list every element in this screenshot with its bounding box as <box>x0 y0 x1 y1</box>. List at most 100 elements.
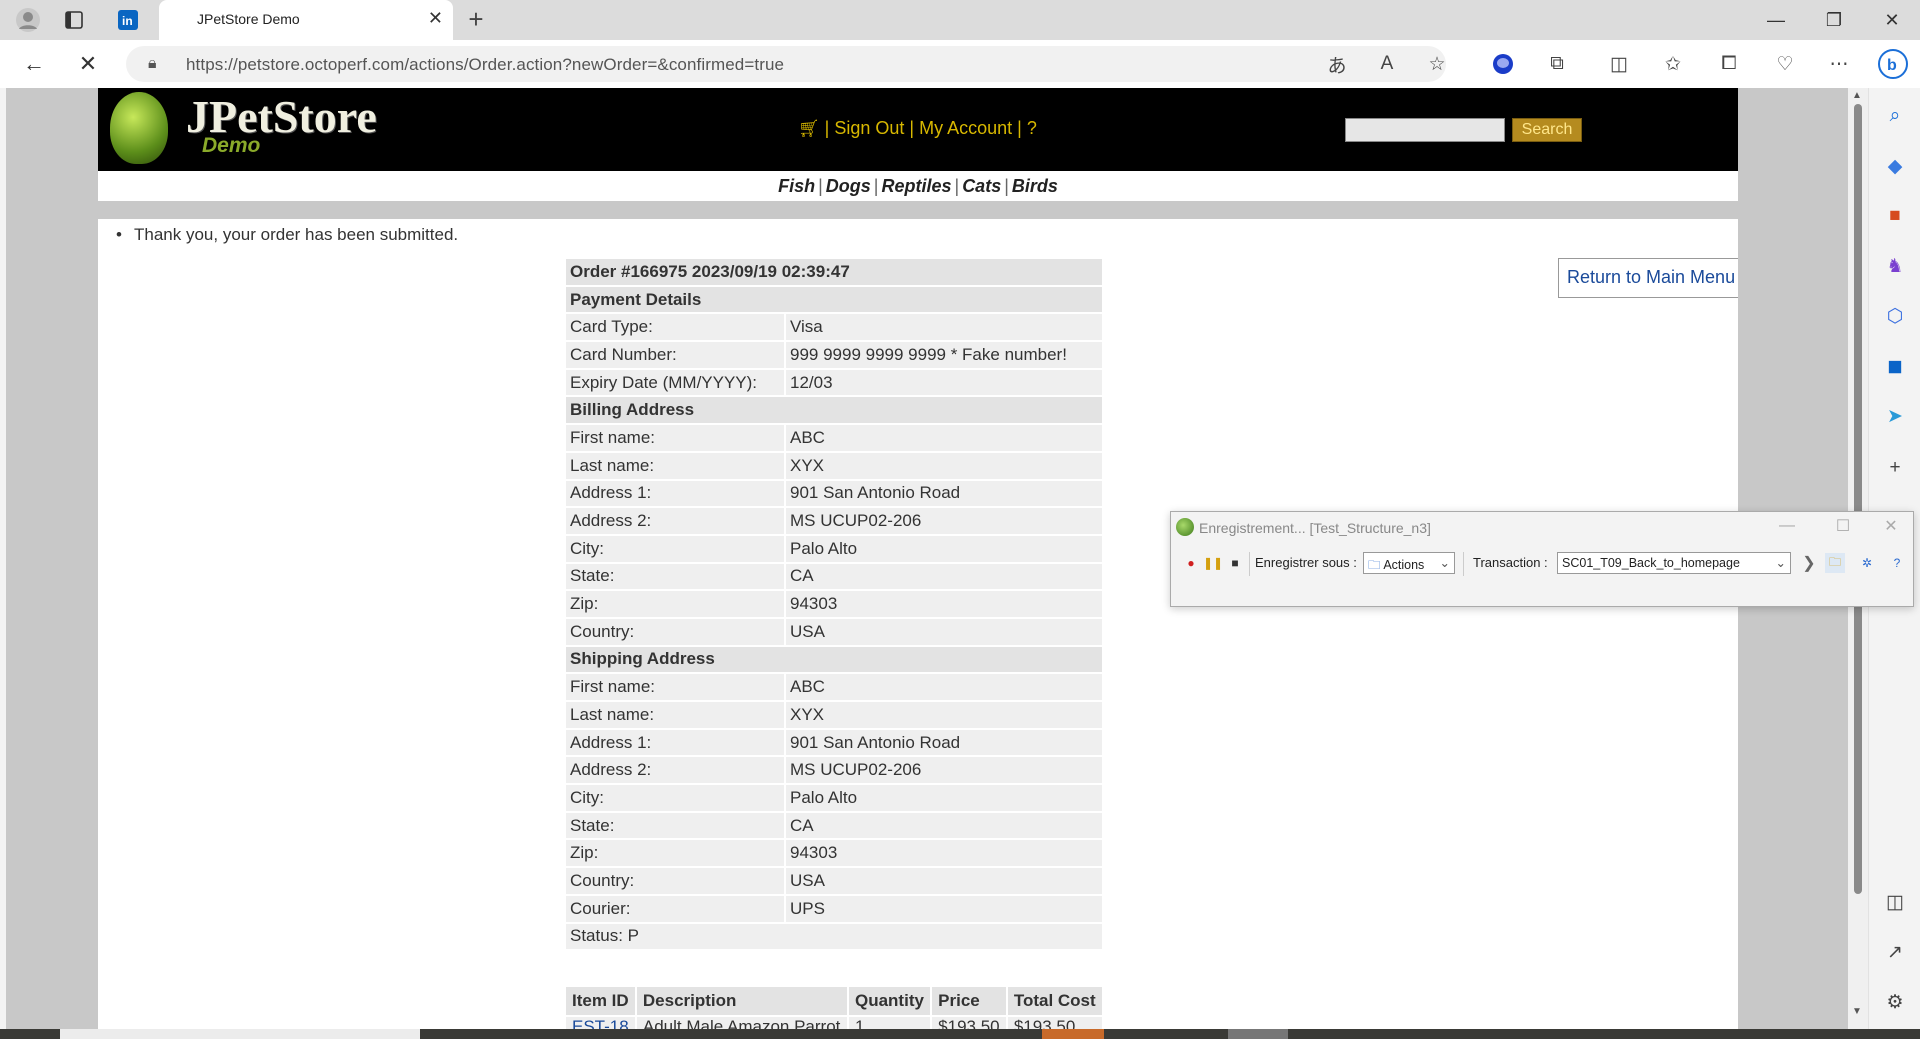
table-row: EST-18 Adult Male Amazon Parrot 1 $193.5… <box>566 1017 1102 1029</box>
browser-toolbar: ← ✕ 🔒︎ https://petstore.octoperf.com/act… <box>0 40 1920 88</box>
url-text: https://petstore.octoperf.com/actions/Or… <box>186 55 785 74</box>
column-header: Item ID <box>566 987 635 1015</box>
sign-out-link[interactable]: Sign Out <box>834 118 904 138</box>
column-header: Description <box>636 987 847 1015</box>
linkedin-tab-icon[interactable]: in <box>112 4 144 36</box>
scroll-up-icon[interactable]: ▲ <box>1852 90 1862 101</box>
lock-icon[interactable]: 🔒︎ <box>148 55 157 73</box>
category-reptiles[interactable]: Reptiles <box>881 176 951 196</box>
extension-alien-icon[interactable] <box>1488 50 1518 78</box>
stop-icon[interactable]: ■ <box>1225 553 1245 573</box>
help-link[interactable]: ? <box>1027 118 1037 138</box>
send-icon[interactable]: ➤ <box>1881 402 1909 430</box>
table-row: City: Palo Alto <box>566 785 1102 811</box>
return-box: Return to Main Menu <box>1558 258 1738 298</box>
category-cats[interactable]: Cats <box>962 176 1001 196</box>
save-under-select[interactable]: 🗀︎ Actions ⌄ <box>1363 552 1455 574</box>
add-icon[interactable]: + <box>1881 454 1909 482</box>
close-tab-icon[interactable]: ✕ <box>428 8 443 29</box>
tab-actions-icon[interactable] <box>58 4 90 36</box>
back-icon[interactable]: ← <box>16 48 52 80</box>
column-header: Price <box>932 987 1006 1015</box>
table-row: Courier: UPS <box>566 895 1102 922</box>
copilot-icon[interactable]: b <box>1878 49 1908 79</box>
table-row: First name: ABC <box>566 425 1102 451</box>
folder-icon: 🗀︎ <box>1368 558 1381 572</box>
transaction-select[interactable]: SC01_T09_Back_to_homepage ⌄ <box>1557 552 1791 574</box>
settings-tool-icon[interactable]: ✲ <box>1857 553 1877 573</box>
restore-icon[interactable]: ❐ <box>1806 0 1862 40</box>
my-account-link[interactable]: My Account <box>919 118 1012 138</box>
category-dogs[interactable]: Dogs <box>826 176 871 196</box>
more-menu-icon[interactable]: ⋯ <box>1824 50 1854 78</box>
favorite-star-icon[interactable]: ☆ <box>1422 50 1452 78</box>
category-bar: Fish | Dogs | Reptiles | Cats | Birds <box>98 171 1738 201</box>
help-icon[interactable]: ? <box>1887 553 1907 573</box>
shopping-tag-icon[interactable]: ◆ <box>1881 152 1909 180</box>
pause-icon[interactable]: ❚❚ <box>1203 553 1223 573</box>
return-main-menu-link[interactable]: Return to Main Menu <box>1567 267 1735 288</box>
favorites-icon[interactable]: ✩ <box>1658 50 1688 78</box>
read-aloud-icon[interactable]: A <box>1372 50 1402 78</box>
minimize-icon[interactable]: — <box>1748 0 1804 40</box>
scroll-thumb[interactable] <box>1854 104 1862 894</box>
settings-gear-icon[interactable]: ⚙ <box>1881 988 1909 1016</box>
table-row: State: CA <box>566 563 1102 590</box>
table-row: City: Palo Alto <box>566 535 1102 562</box>
stop-loading-icon[interactable]: ✕ <box>70 48 106 80</box>
table-row: State: CA <box>566 812 1102 839</box>
payment-heading: Payment Details <box>566 286 1102 313</box>
column-header: Total Cost <box>1007 987 1102 1015</box>
item-id-link[interactable]: EST-18 <box>572 1017 629 1029</box>
search-button[interactable]: Search <box>1512 118 1582 142</box>
sidebar-panel-icon[interactable]: ◫ <box>1881 888 1909 916</box>
close-window-icon[interactable]: ✕ <box>1864 0 1920 40</box>
recorder-minimize-icon[interactable]: — <box>1767 514 1807 538</box>
table-row: Address 2: MS UCUP02-206 <box>566 757 1102 784</box>
open-folder-icon[interactable]: 🗀︎ <box>1825 553 1845 573</box>
outlook-icon[interactable]: ◼ <box>1881 352 1909 380</box>
scroll-down-icon[interactable]: ▼ <box>1852 1006 1862 1017</box>
table-row: Country: USA <box>566 868 1102 894</box>
next-transaction-icon[interactable]: ❯ <box>1799 553 1819 573</box>
tab-jpetstore[interactable]: JPetStore Demo ✕ <box>159 0 453 40</box>
recorder-window: Enregistrement... [Test_Structure_n3] — … <box>1170 511 1914 607</box>
svg-text:in: in <box>122 14 133 28</box>
category-fish[interactable]: Fish <box>778 176 815 196</box>
recorder-close-icon[interactable]: ✕ <box>1871 514 1911 538</box>
search-input[interactable] <box>1345 118 1505 142</box>
table-row: Last name: XYX <box>566 702 1102 728</box>
billing-heading: Billing Address <box>566 397 1102 424</box>
address-bar[interactable]: 🔒︎ https://petstore.octoperf.com/actions… <box>126 46 1446 82</box>
order-header: Order #166975 2023/09/19 02:39:47 <box>566 259 1102 285</box>
collections-icon[interactable]: ⧠ <box>1714 50 1744 78</box>
main-content: Thank you, your order has been submitted… <box>98 219 1738 1029</box>
games-icon[interactable]: ♞ <box>1881 252 1909 280</box>
chevron-down-icon: ⌄ <box>1775 556 1786 570</box>
tools-briefcase-icon[interactable]: ■ <box>1881 202 1909 230</box>
table-row: Last name: XYX <box>566 452 1102 479</box>
logo-subtitle: Demo <box>202 134 261 157</box>
parrot-logo-icon[interactable] <box>110 92 168 164</box>
new-tab-icon[interactable]: + <box>460 4 492 35</box>
search-icon[interactable]: ⌕ <box>1881 102 1909 130</box>
table-row: Zip: 94303 <box>566 591 1102 617</box>
recorder-logo-icon <box>1176 518 1194 536</box>
record-icon[interactable]: ● <box>1181 553 1201 573</box>
table-row: Address 2: MS UCUP02-206 <box>566 508 1102 534</box>
extensions-puzzle-icon[interactable]: ⧉ <box>1542 50 1572 78</box>
external-link-icon[interactable]: ↗ <box>1881 938 1909 966</box>
category-birds[interactable]: Birds <box>1012 176 1058 196</box>
table-row: Zip: 94303 <box>566 840 1102 867</box>
svg-text:b: b <box>1887 57 1897 74</box>
split-screen-icon[interactable]: ◫ <box>1604 50 1634 78</box>
recorder-maximize-icon[interactable]: ☐ <box>1823 514 1863 538</box>
profile-icon[interactable] <box>12 4 44 36</box>
table-row: First name: ABC <box>566 674 1102 700</box>
browser-essentials-icon[interactable]: ♡ <box>1770 50 1800 78</box>
office-icon[interactable]: ⬡ <box>1881 302 1909 330</box>
table-row: Country: USA <box>566 618 1102 645</box>
cart-icon[interactable]: 🛒︎ <box>798 119 820 138</box>
title-bar: in JPetStore Demo ✕ + — ❐ ✕ <box>0 0 1920 40</box>
translate-icon[interactable]: あ <box>1322 50 1352 78</box>
